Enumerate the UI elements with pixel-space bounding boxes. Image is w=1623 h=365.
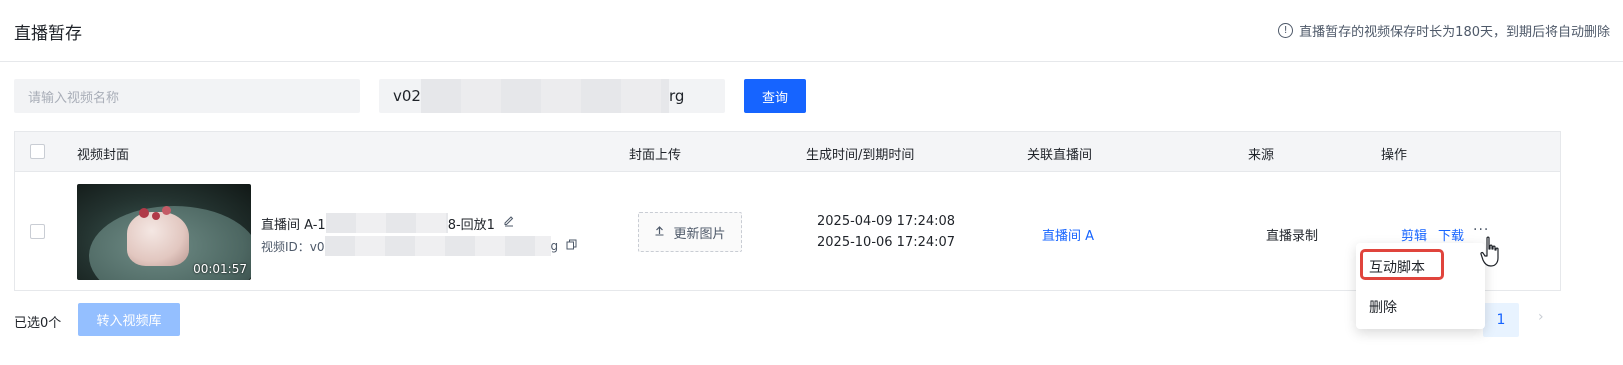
video-name: 直播间 A-1 8-回放1 — [261, 213, 515, 233]
id-input-suffix: rg — [668, 87, 685, 105]
column-room: 关联直播间 — [1027, 148, 1093, 163]
update-cover-label: 更新图片 — [673, 226, 726, 242]
select-all-checkbox[interactable] — [30, 144, 45, 159]
video-id-suffix: g — [550, 239, 559, 253]
video-id-search-input[interactable]: v02 rg — [379, 79, 725, 113]
live-room-link[interactable]: 直播间 A — [1042, 225, 1094, 244]
column-time: 生成时间/到期时间 — [806, 148, 915, 163]
expire-time: 2025-10-06 17:24:07 — [817, 235, 956, 250]
transfer-to-library-button[interactable]: 转入视频库 — [78, 303, 180, 336]
video-id-prefix: 视频ID：v0 — [261, 239, 325, 254]
edit-icon[interactable] — [503, 215, 515, 231]
thumbnail-cake — [127, 212, 189, 266]
created-time: 2025-04-09 17:24:08 — [817, 214, 956, 229]
update-cover-button[interactable]: 更新图片 — [638, 212, 742, 252]
more-actions-dropdown: 互动脚本 删除 — [1356, 243, 1485, 329]
pagination-page[interactable]: 1 — [1483, 303, 1519, 337]
retention-notice: ! 直播暂存的视频保存时长为180天，到期后将自动删除 — [1278, 21, 1610, 40]
source-text: 直播录制 — [1266, 229, 1319, 244]
column-ops: 操作 — [1381, 148, 1408, 163]
column-cover: 视频封面 — [77, 148, 130, 163]
thumbnail-berry — [152, 212, 160, 220]
id-input-prefix: v02 — [393, 87, 421, 105]
edit-button[interactable]: 剪辑 — [1401, 225, 1427, 244]
column-upload: 封面上传 — [629, 148, 682, 163]
video-duration: 00:01:57 — [193, 262, 247, 276]
row-checkbox[interactable] — [30, 224, 45, 239]
thumbnail-berry — [139, 208, 149, 218]
redacted-block — [324, 236, 551, 256]
redacted-block — [420, 79, 669, 113]
page-header: 直播暂存 ! 直播暂存的视频保存时长为180天，到期后将自动删除 — [0, 0, 1623, 62]
video-table: 视频封面 封面上传 生成时间/到期时间 关联直播间 来源 操作 00:01:57… — [14, 131, 1561, 291]
download-button[interactable]: 下载 — [1438, 225, 1464, 244]
selected-count: 已选0个 — [14, 316, 62, 331]
info-icon: ! — [1278, 23, 1294, 38]
menu-item-interactive-script[interactable]: 互动脚本 — [1369, 257, 1425, 277]
video-name-suffix: 8-回放1 — [447, 217, 495, 233]
video-name-search-input[interactable]: 请输入视频名称 — [14, 79, 360, 113]
copy-icon[interactable] — [566, 239, 577, 253]
thumbnail-berry — [162, 206, 171, 215]
hand-cursor-icon — [1480, 236, 1500, 272]
video-thumbnail[interactable]: 00:01:57 — [77, 184, 251, 280]
page-title: 直播暂存 — [14, 24, 82, 44]
search-placeholder: 请输入视频名称 — [28, 90, 120, 106]
query-button[interactable]: 查询 — [744, 79, 806, 113]
video-name-prefix: 直播间 A-1 — [261, 217, 326, 233]
menu-item-delete[interactable]: 删除 — [1369, 297, 1397, 317]
video-id: 视频ID：v0 g — [261, 236, 577, 256]
upload-icon — [654, 225, 665, 239]
table-header: 视频封面 封面上传 生成时间/到期时间 关联直播间 来源 操作 — [15, 132, 1560, 172]
column-source: 来源 — [1248, 148, 1275, 163]
notice-text: 直播暂存的视频保存时长为180天，到期后将自动删除 — [1299, 25, 1610, 40]
chevron-right-icon[interactable]: › — [1538, 309, 1544, 325]
table-row: 00:01:57 直播间 A-1 8-回放1 视频ID：v0 g 更新图片 20… — [15, 172, 1560, 290]
redacted-block — [325, 213, 448, 233]
